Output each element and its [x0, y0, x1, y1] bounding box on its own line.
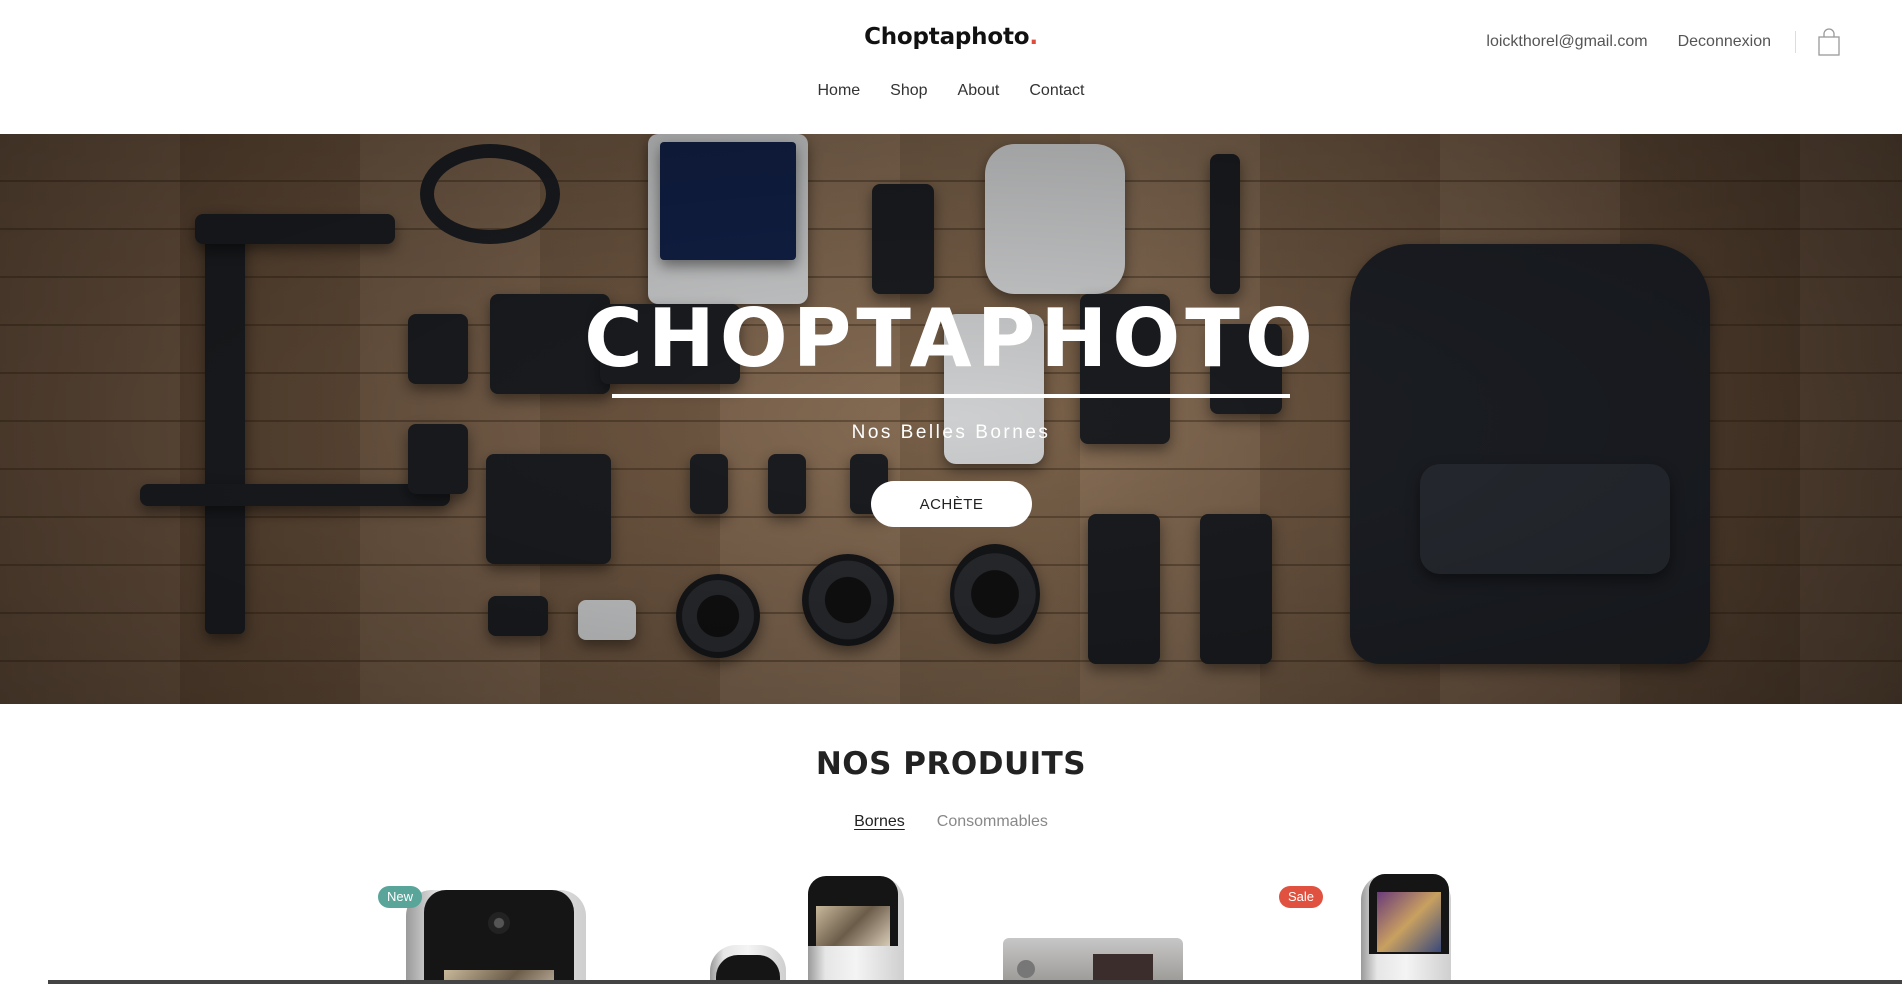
- sale-badge: Sale: [1279, 886, 1324, 908]
- user-email-link[interactable]: loickthorel@gmail.com: [1486, 33, 1647, 51]
- main-nav: Home Shop About Contact: [0, 82, 1902, 100]
- product-image: [1003, 938, 1183, 984]
- product-image: [406, 890, 586, 984]
- hero-title-underline: [612, 394, 1290, 398]
- product-card[interactable]: [995, 870, 1215, 984]
- hero-banner: CHOPTAPHOTO Nos Belles Bornes ACHÈTE: [0, 134, 1902, 704]
- logo-dot: .: [1029, 24, 1038, 50]
- site-header: Choptaphoto. loickthorel@gmail.com Decon…: [0, 0, 1902, 134]
- logout-link[interactable]: Deconnexion: [1678, 33, 1771, 51]
- product-card[interactable]: New: [376, 870, 616, 984]
- product-filter-tabs: Bornes Consommables: [0, 813, 1902, 831]
- nav-item-contact[interactable]: Contact: [1029, 82, 1084, 100]
- hero-content: CHOPTAPHOTO Nos Belles Bornes ACHÈTE: [0, 134, 1902, 704]
- divider: [1795, 31, 1796, 53]
- hero-title: CHOPTAPHOTO: [584, 292, 1318, 385]
- product-card[interactable]: Sale: [1275, 870, 1515, 984]
- product-image: [1361, 874, 1451, 984]
- hero-subtitle: Nos Belles Bornes: [851, 422, 1051, 443]
- logo-text: Choptaphoto: [864, 24, 1030, 50]
- account-bar: loickthorel@gmail.com Deconnexion: [1486, 28, 1840, 56]
- product-image: [808, 876, 904, 984]
- horizontal-scrollbar[interactable]: [48, 980, 1902, 984]
- new-badge: New: [378, 886, 423, 908]
- nav-item-home[interactable]: Home: [817, 82, 860, 100]
- tab-bornes[interactable]: Bornes: [854, 813, 905, 831]
- products-section-title: NOS PRODUITS: [815, 746, 1087, 782]
- product-card[interactable]: [700, 870, 920, 984]
- nav-item-about[interactable]: About: [958, 82, 1000, 100]
- shopping-bag-icon[interactable]: [1818, 28, 1840, 56]
- buy-button[interactable]: ACHÈTE: [871, 481, 1032, 527]
- tab-consommables[interactable]: Consommables: [937, 813, 1048, 831]
- product-image: [710, 945, 786, 984]
- nav-item-shop[interactable]: Shop: [890, 82, 927, 100]
